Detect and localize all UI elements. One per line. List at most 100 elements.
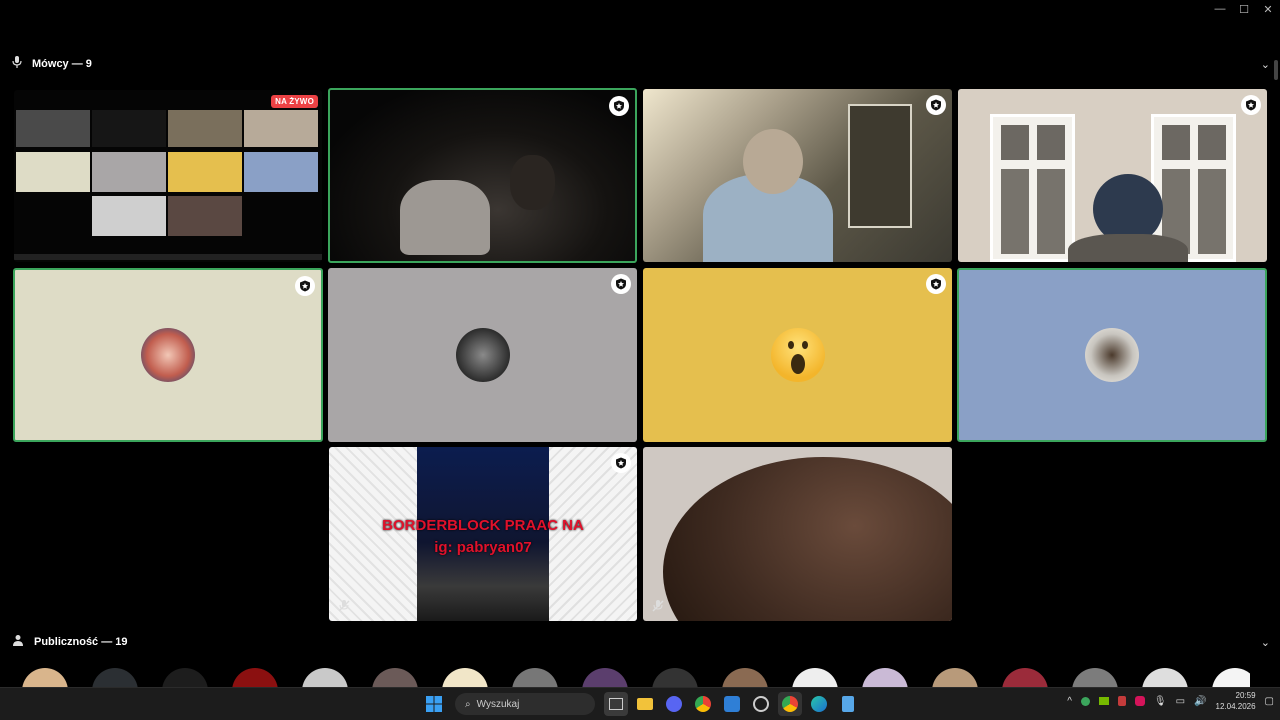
speaker-tile-grey[interactable] xyxy=(328,268,637,442)
muted-mic-icon xyxy=(338,600,350,612)
audience-avatar[interactable] xyxy=(582,668,628,688)
chevron-down-icon[interactable]: ⌄ xyxy=(1261,636,1270,649)
audience-list xyxy=(22,668,1250,688)
moderator-badge xyxy=(609,96,629,116)
audience-avatar[interactable] xyxy=(932,668,978,688)
speaker-tile-window[interactable] xyxy=(958,89,1267,262)
tray-expand-icon[interactable]: ^ xyxy=(1067,696,1072,707)
audience-avatar[interactable] xyxy=(442,668,488,688)
notepad-icon[interactable] xyxy=(836,692,860,716)
audience-avatar[interactable] xyxy=(512,668,558,688)
audience-avatar[interactable] xyxy=(792,668,838,688)
windows-start-icon[interactable] xyxy=(422,692,446,716)
moderator-badge xyxy=(611,453,631,473)
chevron-down-icon[interactable]: ⌄ xyxy=(1261,58,1270,71)
network-icon[interactable]: ▭ xyxy=(1176,696,1185,707)
manga-panel-left xyxy=(329,447,417,621)
shield-icon xyxy=(616,457,626,469)
chrome-profile-icon[interactable] xyxy=(778,692,802,716)
speaker-tile-cream[interactable] xyxy=(13,268,323,442)
audience-label: Publiczność — 19 xyxy=(34,636,128,648)
hair-closeup xyxy=(663,457,952,621)
notifications-icon[interactable]: ▢ xyxy=(1265,696,1274,707)
audience-avatar[interactable] xyxy=(372,668,418,688)
stream-taskbar-strip xyxy=(14,254,322,260)
speaker-tile-blue[interactable] xyxy=(957,268,1267,442)
security-icon[interactable] xyxy=(1117,696,1126,706)
audience-avatar[interactable] xyxy=(1072,668,1118,688)
muted-mic-icon xyxy=(652,600,664,612)
person-head xyxy=(510,155,555,210)
microphone-tray-icon[interactable]: 🎙 xyxy=(1154,696,1167,707)
file-explorer-icon[interactable] xyxy=(633,692,657,716)
speaker-tile-yellow[interactable] xyxy=(643,268,952,442)
avatar xyxy=(1085,328,1139,382)
shield-icon xyxy=(300,280,310,292)
audience-avatar[interactable] xyxy=(302,668,348,688)
shield-icon xyxy=(616,278,626,290)
speaker-tile-dark-room[interactable] xyxy=(328,88,637,263)
edge-icon[interactable] xyxy=(807,692,831,716)
audience-avatar[interactable] xyxy=(722,668,768,688)
window-left xyxy=(990,114,1075,262)
nvidia-icon[interactable] xyxy=(1098,697,1109,705)
system-tray: ^ 🎙 ▭ 🔊 20:59 12.04.2026 ▢ xyxy=(1067,690,1274,712)
search-icon: ⌕ xyxy=(465,698,471,710)
task-view-icon[interactable] xyxy=(604,692,628,716)
people-icon xyxy=(12,633,24,651)
audience-header[interactable]: Publiczność — 19 ⌄ xyxy=(12,632,1270,652)
stream-tile[interactable]: NA ŻYWO xyxy=(14,90,322,262)
search-placeholder: Wyszukaj xyxy=(476,698,520,710)
shield-icon xyxy=(931,99,941,111)
live-badge: NA ŻYWO xyxy=(271,95,318,108)
store-icon[interactable] xyxy=(720,692,744,716)
chrome-icon[interactable] xyxy=(691,692,715,716)
status-dot-icon[interactable] xyxy=(1080,696,1090,706)
discord-icon[interactable] xyxy=(662,692,686,716)
close-button[interactable]: ✕ xyxy=(1256,0,1280,18)
audience-avatar[interactable] xyxy=(862,668,908,688)
moderator-badge xyxy=(295,276,315,296)
audience-avatar[interactable] xyxy=(162,668,208,688)
shield-icon xyxy=(931,278,941,290)
clock[interactable]: 20:59 12.04.2026 xyxy=(1216,690,1256,712)
audience-avatar[interactable] xyxy=(92,668,138,688)
person-face xyxy=(743,129,803,194)
minimize-button[interactable]: — xyxy=(1208,0,1232,18)
avatar xyxy=(141,328,195,382)
overlay-line-1: BORDERBLOCK PRAAC NA xyxy=(382,517,584,534)
audience-avatar[interactable] xyxy=(232,668,278,688)
speakers-label: Mówcy — 9 xyxy=(32,58,92,70)
screaming-emoji-avatar xyxy=(770,328,825,382)
speaker-tile-manga[interactable]: BORDERBLOCK PRAAC NA ig: pabryan07 xyxy=(329,447,637,621)
person-silhouette xyxy=(400,180,490,255)
app-tray-icon[interactable] xyxy=(1134,696,1145,706)
avatar xyxy=(455,328,510,382)
manga-panel-right xyxy=(549,447,637,621)
maximize-button[interactable]: ☐ xyxy=(1232,0,1256,18)
audience-avatar[interactable] xyxy=(1142,668,1188,688)
os-taskbar: ⌕ Wyszukaj ^ 🎙 ▭ 🔊 20:59 12.04.2026 ▢ xyxy=(0,687,1280,720)
shield-icon xyxy=(1246,99,1256,111)
audience-avatar[interactable] xyxy=(652,668,698,688)
speakers-header[interactable]: Mówcy — 9 ⌄ xyxy=(12,54,1270,74)
moderator-badge xyxy=(611,274,631,294)
shield-icon xyxy=(614,100,624,112)
audience-avatar[interactable] xyxy=(1212,668,1250,688)
audience-avatar[interactable] xyxy=(22,668,68,688)
bookshelf xyxy=(848,104,912,228)
audience-avatar[interactable] xyxy=(1002,668,1048,688)
microphone-icon xyxy=(12,55,22,73)
volume-icon[interactable]: 🔊 xyxy=(1194,696,1206,707)
scrollbar[interactable] xyxy=(1274,60,1278,80)
taskbar-search[interactable]: ⌕ Wyszukaj xyxy=(455,693,595,715)
person-body xyxy=(1068,234,1188,262)
night-photo xyxy=(417,447,549,621)
speaker-tile-bookshelf[interactable] xyxy=(643,89,952,262)
speaker-tile-hair[interactable] xyxy=(643,447,952,621)
taskbar-apps: ⌕ Wyszukaj xyxy=(422,692,860,716)
steam-icon[interactable] xyxy=(749,692,773,716)
clock-date: 12.04.2026 xyxy=(1215,702,1256,711)
clock-time: 20:59 xyxy=(1235,691,1256,700)
moderator-badge xyxy=(926,95,946,115)
